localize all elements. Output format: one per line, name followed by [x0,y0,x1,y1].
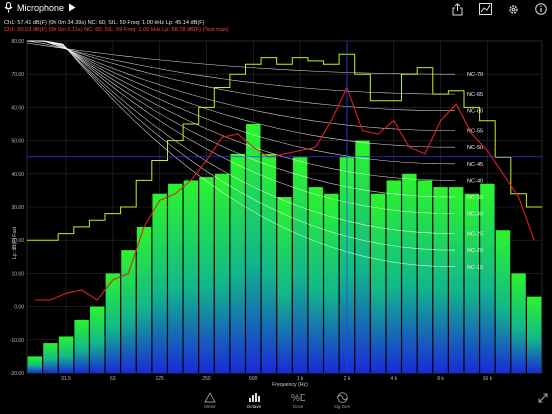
svg-text:%D: %D [291,393,305,403]
y-axis-label: Lp: dB(F) Fast [12,226,18,259]
bar-band [230,153,245,373]
x-tick-label: 31.5 [61,376,71,382]
bar-band [433,187,448,373]
x-tick-label: 125 [155,376,164,382]
chart-settings-icon[interactable] [478,2,492,16]
bar-band [324,193,339,373]
tab-label: Octave [246,404,262,409]
bar-band [183,180,199,373]
bottom-tab-bar: Meter Octave %D Dose Sig Gen [0,390,552,414]
nc-curve-label: NC-15 [467,265,483,271]
x-tick-label: 2 k [344,376,351,382]
bar-band [152,193,167,373]
y-tick-label: 60.00 [11,105,24,111]
nc-curve-label: NC-60 [467,109,483,115]
microphone-icon [4,2,13,13]
meter-icon [195,391,225,404]
bar-band [526,296,542,373]
bar-band [370,193,386,373]
bar-band [448,187,464,373]
gear-icon[interactable] [506,2,520,16]
share-icon[interactable] [450,2,464,16]
y-tick-label: 0.00 [14,305,24,311]
bar-band [74,319,89,373]
octave-chart[interactable]: NC-70NC-65NC-60NC-55NC-50NC-45NC-40NC-35… [0,33,552,390]
bar-band [261,153,277,373]
tab-label: Dose [292,404,304,409]
bar-band [355,140,370,373]
bar-band [277,197,292,373]
x-axis-label: Frequency (Hz) [272,382,308,388]
play-icon[interactable] [68,3,76,12]
x-tick-label: 250 [202,376,211,382]
bar-band [121,250,136,373]
nc-curve-label: NC-30 [467,212,483,218]
top-toolbar: Microphone [0,0,552,18]
bar-band [136,226,152,373]
bar-band [214,173,230,373]
signal-generator-icon [327,391,357,404]
bar-band [308,187,323,373]
tab-sig-gen[interactable]: Sig Gen [327,391,357,409]
nc-curve [27,40,456,131]
bar-band [402,173,417,373]
nc-curve-label: NC-70 [467,72,483,78]
nc-curve-label: NC-25 [467,232,483,238]
y-tick-label: 40.00 [11,172,24,178]
x-tick-label: 8 k [437,376,444,382]
x-tick-label: 16 k [483,376,493,382]
tab-octave[interactable]: Octave [239,391,269,409]
bar-band [199,177,214,373]
bar-band [417,180,433,373]
y-tick-label: -20.00 [10,371,24,377]
bar-series [27,124,542,373]
nc-curve-label: NC-65 [467,92,483,98]
x-tick-label: 63 [110,376,116,382]
y-tick-label: 70.00 [11,72,24,78]
x-tick-label: 4 k [390,376,397,382]
tab-dose[interactable]: %D Dose [283,391,313,409]
tab-meter[interactable]: Meter [195,391,225,409]
bar-band [105,273,121,373]
y-tick-label: 80.00 [11,39,24,45]
nc-curve-label: NC-20 [467,248,483,254]
bar-band [464,193,479,373]
bar-band [58,336,74,373]
y-tick-label: 30.00 [11,205,24,211]
octave-icon [239,391,269,404]
source-label: Microphone [17,2,65,13]
nc-curve [27,40,456,165]
bar-band [90,306,105,373]
expand-icon[interactable] [538,393,548,403]
nc-curve-label: NC-50 [467,145,483,151]
nc-curve-label: NC-45 [467,162,483,168]
source-selector[interactable]: Microphone [4,2,76,13]
tab-label: Sig Gen [333,404,351,409]
bar-band [43,343,58,373]
nc-curve [26,40,456,111]
tab-label: Meter [204,404,216,409]
bar-band [511,273,526,373]
x-tick-label: 500 [249,376,258,382]
bar-band [168,183,183,373]
nc-curve-label: NC-40 [467,178,483,184]
dose-icon: %D [283,391,313,404]
bar-band [27,356,43,373]
y-tick-label: -10.00 [10,338,24,344]
y-tick-label: 10.00 [11,271,24,277]
bar-band [495,230,511,373]
nc-curve-label: NC-35 [467,195,483,201]
info-icon[interactable] [534,2,548,16]
status-line-current: Ch1: 57.41 dB(F) (0h 0m 34.39s) NC: 60, … [4,20,205,26]
y-tick-label: 50.00 [11,139,24,145]
